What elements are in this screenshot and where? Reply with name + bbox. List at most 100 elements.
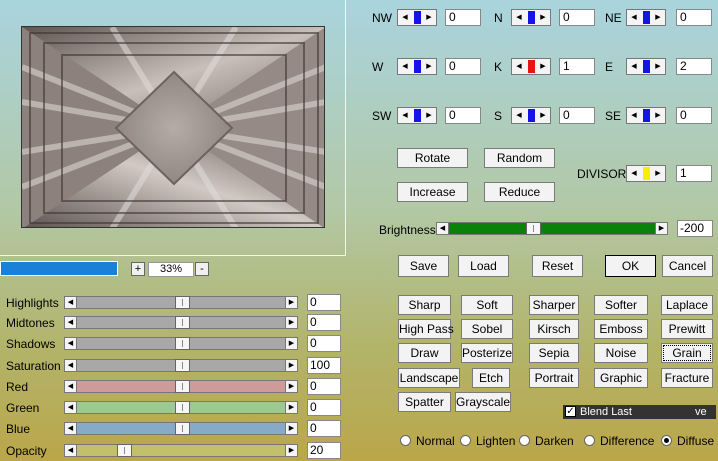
arrow-right-icon[interactable]: ▶	[652, 166, 664, 181]
matrix-spinner-k[interactable]: ◀ ▶	[511, 58, 551, 75]
preset-laplace-button[interactable]: Laplace	[661, 295, 713, 315]
blend-mode-diffuse-radio[interactable]	[661, 435, 672, 446]
arrow-right-icon[interactable]: ▶	[655, 222, 668, 235]
arrow-left-icon[interactable]: ◀	[64, 422, 77, 435]
preset-prewitt-button[interactable]: Prewitt	[661, 319, 713, 339]
midtones-slider[interactable]: ◀ ▶	[64, 316, 298, 329]
opacity-slider[interactable]: ◀ ▶	[64, 444, 298, 457]
rotate-button[interactable]: Rotate	[397, 148, 468, 168]
arrow-left-icon[interactable]: ◀	[513, 108, 525, 123]
matrix-field-w[interactable]: 0	[445, 58, 481, 75]
highlights-field[interactable]: 0	[307, 294, 341, 311]
opacity-field[interactable]: 20	[307, 442, 341, 459]
preset-kirsch-button[interactable]: Kirsch	[529, 319, 579, 339]
slider-thumb[interactable]	[175, 316, 190, 329]
arrow-left-icon[interactable]: ◀	[513, 59, 525, 74]
save-button[interactable]: Save	[398, 255, 449, 277]
brightness-slider[interactable]: ◀ ▶	[436, 222, 668, 235]
arrow-left-icon[interactable]: ◀	[399, 108, 411, 123]
matrix-spinner-w[interactable]: ◀ ▶	[397, 58, 437, 75]
blue-field[interactable]: 0	[307, 420, 341, 437]
arrow-right-icon[interactable]: ▶	[285, 422, 298, 435]
arrow-left-icon[interactable]: ◀	[628, 59, 640, 74]
highlights-slider[interactable]: ◀ ▶	[64, 296, 298, 309]
zoom-in-button[interactable]: +	[131, 262, 145, 276]
green-field[interactable]: 0	[307, 399, 341, 416]
arrow-right-icon[interactable]: ▶	[285, 337, 298, 350]
preset-graphic-button[interactable]: Graphic	[594, 368, 648, 388]
arrow-right-icon[interactable]: ▶	[285, 401, 298, 414]
preset-fracture-button[interactable]: Fracture	[661, 368, 713, 388]
blend-mode-darken-radio[interactable]	[519, 435, 530, 446]
blend-mode-lighten-radio[interactable]	[460, 435, 471, 446]
arrow-right-icon[interactable]: ▶	[285, 296, 298, 309]
preset-spatter-button[interactable]: Spatter	[398, 392, 451, 412]
arrow-right-icon[interactable]: ▶	[652, 10, 664, 25]
ok-button[interactable]: OK	[605, 255, 656, 277]
saturation-slider[interactable]: ◀ ▶	[64, 359, 298, 372]
arrow-left-icon[interactable]: ◀	[64, 401, 77, 414]
blend-last-bar[interactable]: Blend Last	[563, 405, 716, 419]
matrix-spinner-sw[interactable]: ◀ ▶	[397, 107, 437, 124]
brightness-thumb[interactable]	[526, 222, 541, 235]
arrow-left-icon[interactable]: ◀	[399, 59, 411, 74]
matrix-field-sw[interactable]: 0	[445, 107, 481, 124]
matrix-spinner-ne[interactable]: ◀ ▶	[626, 9, 666, 26]
preset-sobel-button[interactable]: Sobel	[461, 319, 513, 339]
arrow-right-icon[interactable]: ▶	[423, 10, 435, 25]
increase-button[interactable]: Increase	[397, 182, 468, 202]
shadows-field[interactable]: 0	[307, 335, 341, 352]
reset-button[interactable]: Reset	[532, 255, 583, 277]
divisor-spinner[interactable]: ◀ ▶	[626, 165, 666, 182]
blend-last-checkbox[interactable]: ✓	[565, 406, 576, 417]
arrow-left-icon[interactable]: ◀	[628, 166, 640, 181]
blend-mode-normal-radio[interactable]	[400, 435, 411, 446]
divisor-field[interactable]: 1	[676, 165, 712, 182]
slider-thumb[interactable]	[175, 359, 190, 372]
arrow-left-icon[interactable]: ◀	[513, 10, 525, 25]
arrow-right-icon[interactable]: ▶	[652, 59, 664, 74]
matrix-field-s[interactable]: 0	[559, 107, 595, 124]
preset-soft-button[interactable]: Soft	[461, 295, 513, 315]
arrow-left-icon[interactable]: ◀	[628, 10, 640, 25]
arrow-left-icon[interactable]: ◀	[64, 359, 77, 372]
blend-mode-difference-radio[interactable]	[584, 435, 595, 446]
preset-emboss-button[interactable]: Emboss	[594, 319, 648, 339]
matrix-field-ne[interactable]: 0	[676, 9, 712, 26]
matrix-field-k[interactable]: 1	[559, 58, 595, 75]
preset-grain-button[interactable]: Grain	[661, 343, 713, 363]
matrix-field-nw[interactable]: 0	[445, 9, 481, 26]
arrow-right-icon[interactable]: ▶	[285, 359, 298, 372]
preset-high-pass-button[interactable]: High Pass	[398, 319, 454, 339]
matrix-spinner-s[interactable]: ◀ ▶	[511, 107, 551, 124]
arrow-left-icon[interactable]: ◀	[399, 10, 411, 25]
blue-slider[interactable]: ◀ ▶	[64, 422, 298, 435]
green-slider[interactable]: ◀ ▶	[64, 401, 298, 414]
arrow-right-icon[interactable]: ▶	[537, 10, 549, 25]
preset-sharp-button[interactable]: Sharp	[398, 295, 451, 315]
matrix-field-se[interactable]: 0	[676, 107, 712, 124]
preset-landscape-button[interactable]: Landscape	[398, 368, 460, 388]
arrow-left-icon[interactable]: ◀	[64, 444, 77, 457]
shadows-slider[interactable]: ◀ ▶	[64, 337, 298, 350]
preset-draw-button[interactable]: Draw	[398, 343, 451, 363]
matrix-spinner-nw[interactable]: ◀ ▶	[397, 9, 437, 26]
matrix-field-n[interactable]: 0	[559, 9, 595, 26]
arrow-left-icon[interactable]: ◀	[436, 222, 449, 235]
preset-noise-button[interactable]: Noise	[594, 343, 648, 363]
arrow-left-icon[interactable]: ◀	[64, 380, 77, 393]
saturation-field[interactable]: 100	[307, 357, 341, 374]
arrow-right-icon[interactable]: ▶	[537, 108, 549, 123]
slider-thumb[interactable]	[175, 401, 190, 414]
slider-thumb[interactable]	[117, 444, 132, 457]
arrow-left-icon[interactable]: ◀	[64, 337, 77, 350]
arrow-left-icon[interactable]: ◀	[628, 108, 640, 123]
preset-portrait-button[interactable]: Portrait	[529, 368, 579, 388]
arrow-right-icon[interactable]: ▶	[285, 316, 298, 329]
midtones-field[interactable]: 0	[307, 314, 341, 331]
red-slider[interactable]: ◀ ▶	[64, 380, 298, 393]
arrow-right-icon[interactable]: ▶	[423, 59, 435, 74]
load-button[interactable]: Load	[458, 255, 509, 277]
random-button[interactable]: Random	[484, 148, 555, 168]
preset-etch-button[interactable]: Etch	[472, 368, 510, 388]
